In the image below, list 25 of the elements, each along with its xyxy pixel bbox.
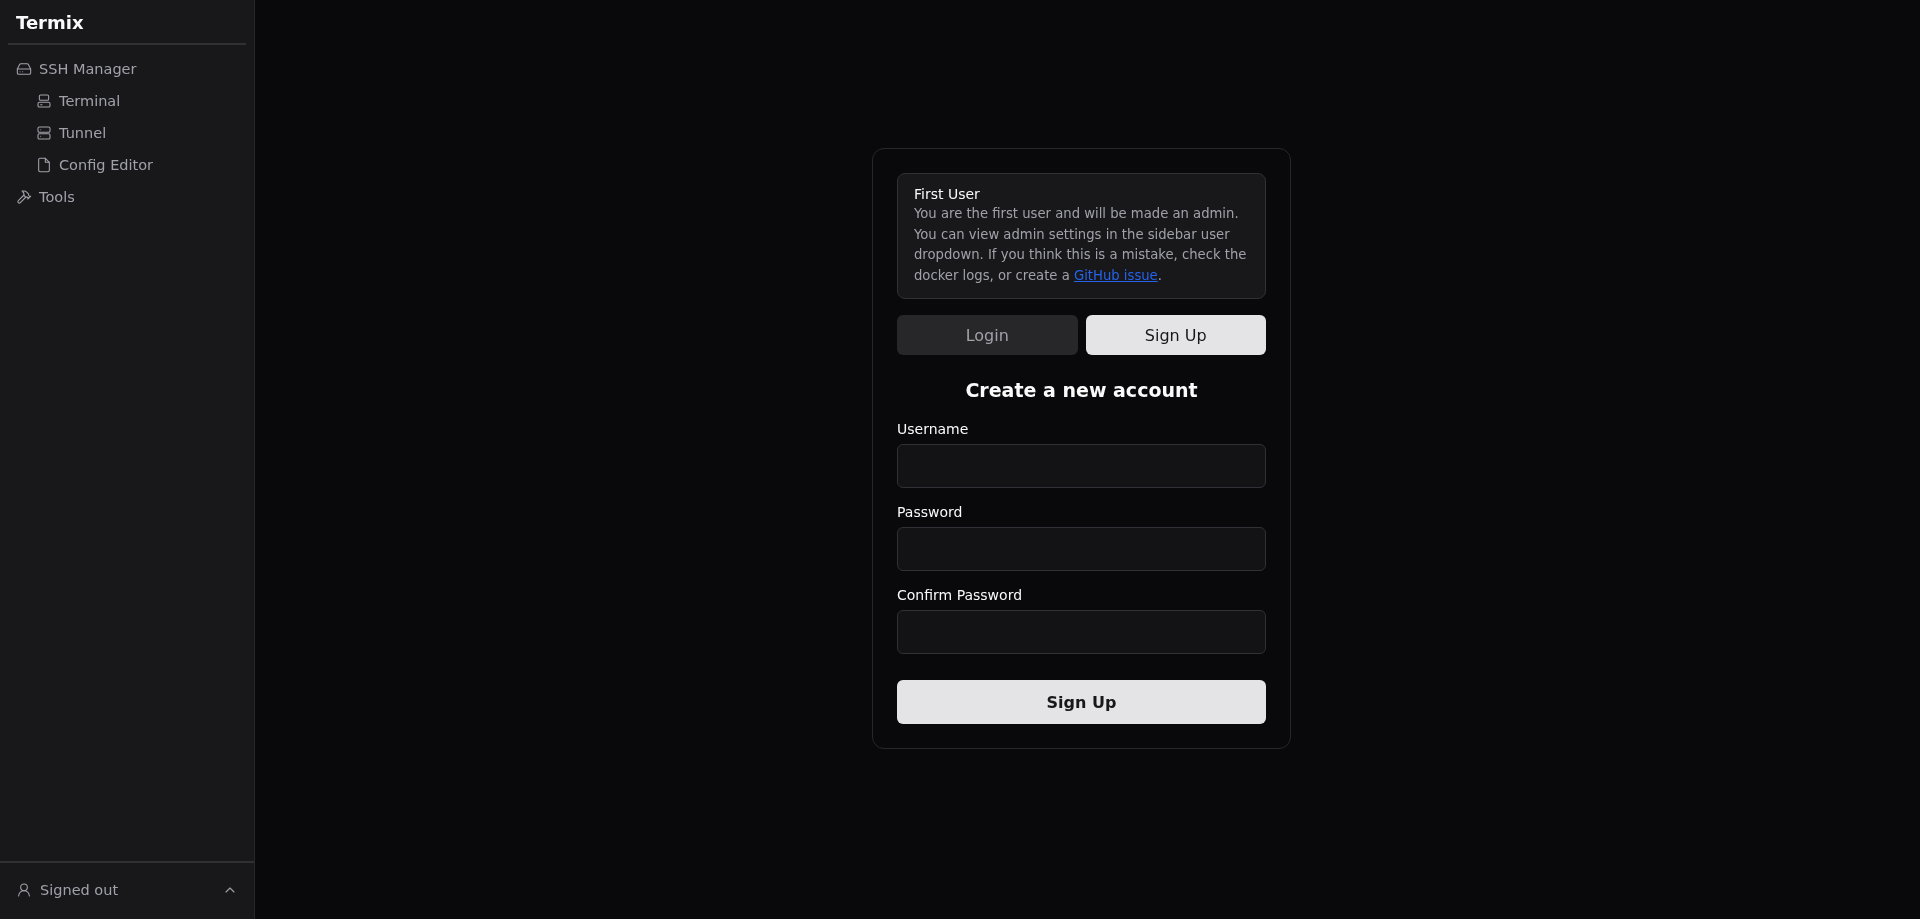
input-field[interactable] <box>897 527 1266 571</box>
user-menu-button[interactable]: Signed out <box>8 873 246 907</box>
sidebar-item[interactable]: Terminal <box>8 85 129 117</box>
sidebar-item[interactable]: SSH Manager <box>8 53 145 85</box>
server-icon <box>36 93 52 109</box>
sign-up-button[interactable]: Sign Up <box>897 680 1266 724</box>
form-heading: Create a new account <box>964 379 1199 401</box>
field-label: Username <box>897 421 970 437</box>
input-field[interactable] <box>897 444 1266 488</box>
sidebar-item[interactable]: Tunnel <box>8 117 115 149</box>
server-icon <box>36 125 52 141</box>
file-icon <box>36 157 52 173</box>
tab[interactable]: Login <box>897 315 1078 355</box>
hammer-icon <box>16 189 32 205</box>
field-label: Password <box>897 504 964 520</box>
app-title: Termix <box>15 11 85 35</box>
sidebar-item[interactable]: Config Editor <box>8 149 162 181</box>
alert-text: You are the first user and will be made an admin. You can view admin settings in the sidebar user dropdown. If you think this is a mistake, check the docker logs, or create a GitHub issue. <box>914 205 1248 285</box>
sidebar-item[interactable]: Tools <box>8 181 83 213</box>
field-label: Confirm Password <box>897 587 1024 603</box>
tab[interactable]: Sign Up <box>1085 315 1266 355</box>
user-icon <box>16 882 32 898</box>
alert-title: First User <box>914 186 981 202</box>
drive-icon <box>16 61 32 77</box>
input-field[interactable] <box>897 610 1266 654</box>
